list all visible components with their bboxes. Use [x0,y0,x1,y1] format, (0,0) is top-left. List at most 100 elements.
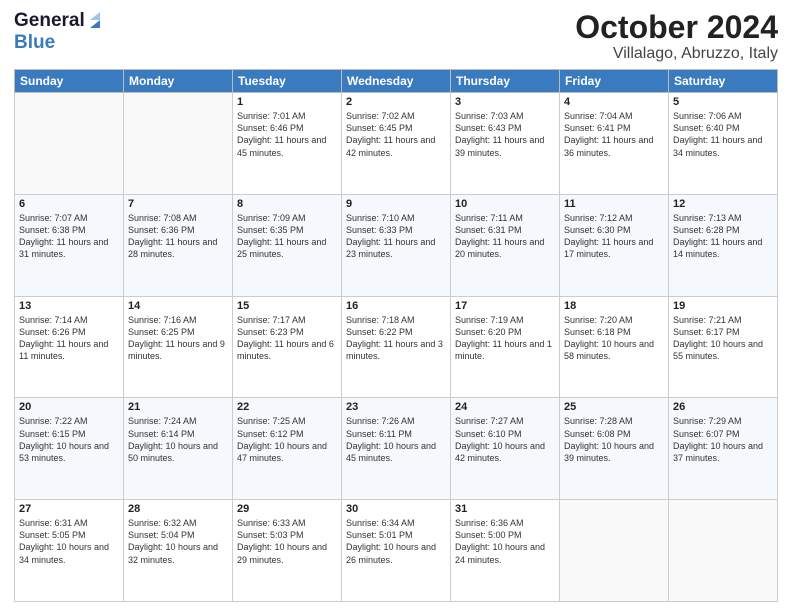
calendar-day [560,500,669,602]
day-number: 8 [237,198,337,210]
day-number: 28 [128,503,228,515]
calendar-day: 4 Sunrise: 7:04 AMSunset: 6:41 PMDaylight… [560,93,669,195]
calendar-week-5: 27 Sunrise: 6:31 AMSunset: 5:05 PMDayligh… [15,500,778,602]
day-number: 31 [455,503,555,515]
logo-arrow-icon [86,12,104,30]
logo-image: General [14,10,104,32]
calendar-day: 12Sunrise: 7:13 AMSunset: 6:28 PMDayligh… [669,194,778,296]
day-detail: Sunrise: 6:31 AMSunset: 5:05 PMDaylight:… [19,517,119,566]
day-detail: Sunrise: 7:02 AMSunset: 6:45 PMDaylight:… [346,110,446,159]
day-number: 24 [455,401,555,413]
day-number: 16 [346,300,446,312]
calendar-day: 15Sunrise: 7:17 AMSunset: 6:23 PMDayligh… [233,296,342,398]
th-thursday: Thursday [451,70,560,93]
day-detail: Sunrise: 7:25 AMSunset: 6:12 PMDaylight:… [237,415,337,464]
page: General Blue October 2024 Villalago, Abr… [0,0,792,612]
calendar-day [15,93,124,195]
day-detail: Sunrise: 7:26 AMSunset: 6:11 PMDaylight:… [346,415,446,464]
day-detail: Sunrise: 7:18 AMSunset: 6:22 PMDaylight:… [346,314,446,363]
th-sunday: Sunday [15,70,124,93]
day-number: 17 [455,300,555,312]
day-detail: Sunrise: 7:04 AMSunset: 6:41 PMDaylight:… [564,110,664,159]
calendar-day: 27 Sunrise: 6:31 AMSunset: 5:05 PMDayligh… [15,500,124,602]
calendar-day: 21 Sunrise: 7:24 AMSunset: 6:14 PMDayligh… [124,398,233,500]
day-detail: Sunrise: 7:22 AMSunset: 6:15 PMDaylight:… [19,415,119,464]
day-detail: Sunrise: 6:36 AMSunset: 5:00 PMDaylight:… [455,517,555,566]
day-number: 19 [673,300,773,312]
calendar-day: 19 Sunrise: 7:21 AMSunset: 6:17 PMDayligh… [669,296,778,398]
day-detail: Sunrise: 7:08 AMSunset: 6:36 PMDaylight:… [128,212,228,261]
calendar-day: 30 Sunrise: 6:34 AMSunset: 5:01 PMDayligh… [342,500,451,602]
calendar-day: 2Sunrise: 7:02 AMSunset: 6:45 PMDaylight… [342,93,451,195]
day-detail: Sunrise: 7:16 AMSunset: 6:25 PMDaylight:… [128,314,228,363]
day-number: 4 [564,96,664,108]
day-number: 26 [673,401,773,413]
day-detail: Sunrise: 7:06 AMSunset: 6:40 PMDaylight:… [673,110,773,159]
calendar-day: 22 Sunrise: 7:25 AMSunset: 6:12 PMDayligh… [233,398,342,500]
calendar-day: 13 Sunrise: 7:14 AMSunset: 6:26 PMDayligh… [15,296,124,398]
calendar-week-1: 1 Sunrise: 7:01 AMSunset: 6:46 PMDaylight… [15,93,778,195]
day-detail: Sunrise: 7:19 AMSunset: 6:20 PMDaylight:… [455,314,555,363]
calendar-day: 10Sunrise: 7:11 AMSunset: 6:31 PMDayligh… [451,194,560,296]
day-number: 15 [237,300,337,312]
day-detail: Sunrise: 7:07 AMSunset: 6:38 PMDaylight:… [19,212,119,261]
day-number: 7 [128,198,228,210]
calendar-day: 24Sunrise: 7:27 AMSunset: 6:10 PMDayligh… [451,398,560,500]
day-detail: Sunrise: 7:14 AMSunset: 6:26 PMDaylight:… [19,314,119,363]
calendar-day: 23 Sunrise: 7:26 AMSunset: 6:11 PMDayligh… [342,398,451,500]
day-detail: Sunrise: 7:12 AMSunset: 6:30 PMDaylight:… [564,212,664,261]
th-saturday: Saturday [669,70,778,93]
calendar-week-4: 20Sunrise: 7:22 AMSunset: 6:15 PMDayligh… [15,398,778,500]
day-detail: Sunrise: 7:29 AMSunset: 6:07 PMDaylight:… [673,415,773,464]
day-detail: Sunrise: 6:34 AMSunset: 5:01 PMDaylight:… [346,517,446,566]
location: Villalago, Abruzzo, Italy [575,45,778,63]
day-detail: Sunrise: 7:11 AMSunset: 6:31 PMDaylight:… [455,212,555,261]
day-number: 6 [19,198,119,210]
calendar-week-2: 6 Sunrise: 7:07 AMSunset: 6:38 PMDaylight… [15,194,778,296]
day-detail: Sunrise: 7:24 AMSunset: 6:14 PMDaylight:… [128,415,228,464]
day-number: 13 [19,300,119,312]
calendar-day: 17 Sunrise: 7:19 AMSunset: 6:20 PMDayligh… [451,296,560,398]
day-number: 1 [237,96,337,108]
calendar-day: 1 Sunrise: 7:01 AMSunset: 6:46 PMDaylight… [233,93,342,195]
day-number: 3 [455,96,555,108]
th-tuesday: Tuesday [233,70,342,93]
day-detail: Sunrise: 7:10 AMSunset: 6:33 PMDaylight:… [346,212,446,261]
month-title: October 2024 [575,10,778,45]
day-detail: Sunrise: 7:21 AMSunset: 6:17 PMDaylight:… [673,314,773,363]
calendar-day: 9Sunrise: 7:10 AMSunset: 6:33 PMDaylight… [342,194,451,296]
logo-blue-line: Blue [14,32,55,54]
calendar-day [669,500,778,602]
calendar-day [124,93,233,195]
day-detail: Sunrise: 7:09 AMSunset: 6:35 PMDaylight:… [237,212,337,261]
day-detail: Sunrise: 6:32 AMSunset: 5:04 PMDaylight:… [128,517,228,566]
day-number: 11 [564,198,664,210]
day-detail: Sunrise: 7:01 AMSunset: 6:46 PMDaylight:… [237,110,337,159]
calendar-header: Sunday Monday Tuesday Wednesday Thursday… [15,70,778,93]
day-number: 23 [346,401,446,413]
day-number: 30 [346,503,446,515]
day-number: 5 [673,96,773,108]
calendar-day: 26 Sunrise: 7:29 AMSunset: 6:07 PMDayligh… [669,398,778,500]
day-detail: Sunrise: 7:20 AMSunset: 6:18 PMDaylight:… [564,314,664,363]
day-number: 14 [128,300,228,312]
calendar-day: 31 Sunrise: 6:36 AMSunset: 5:00 PMDayligh… [451,500,560,602]
day-number: 27 [19,503,119,515]
calendar-day: 11 Sunrise: 7:12 AMSunset: 6:30 PMDayligh… [560,194,669,296]
calendar-body: 1 Sunrise: 7:01 AMSunset: 6:46 PMDaylight… [15,93,778,602]
header: General Blue October 2024 Villalago, Abr… [14,10,778,63]
day-number: 18 [564,300,664,312]
day-number: 22 [237,401,337,413]
day-number: 21 [128,401,228,413]
th-monday: Monday [124,70,233,93]
calendar-day: 3Sunrise: 7:03 AMSunset: 6:43 PMDaylight… [451,93,560,195]
logo-blue-text: Blue [14,32,55,53]
calendar-day: 28 Sunrise: 6:32 AMSunset: 5:04 PMDayligh… [124,500,233,602]
day-number: 12 [673,198,773,210]
th-friday: Friday [560,70,669,93]
calendar-week-3: 13 Sunrise: 7:14 AMSunset: 6:26 PMDayligh… [15,296,778,398]
header-row: Sunday Monday Tuesday Wednesday Thursday… [15,70,778,93]
calendar-day: 7 Sunrise: 7:08 AMSunset: 6:36 PMDaylight… [124,194,233,296]
calendar-day: 6 Sunrise: 7:07 AMSunset: 6:38 PMDaylight… [15,194,124,296]
calendar-day: 25Sunrise: 7:28 AMSunset: 6:08 PMDayligh… [560,398,669,500]
